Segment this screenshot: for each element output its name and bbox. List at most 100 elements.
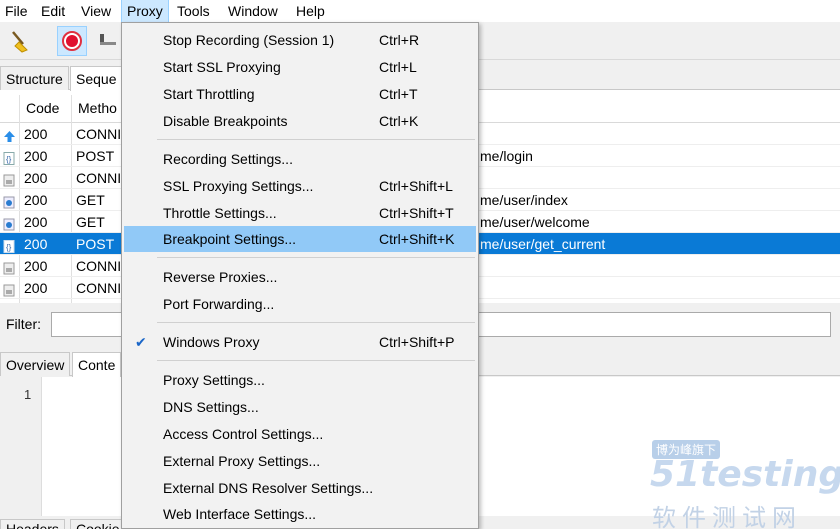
row-path: me/user/index	[480, 192, 568, 208]
tab-overview[interactable]: Overview	[0, 352, 71, 376]
column-method[interactable]: Metho	[78, 100, 117, 116]
row-method: CONNI	[76, 280, 122, 296]
menu-view[interactable]: View	[76, 0, 116, 22]
globe-icon	[3, 215, 16, 231]
menu-item-shortcut: Ctrl+Shift+P	[379, 334, 455, 350]
menu-item-shortcut: Ctrl+Shift+T	[379, 205, 454, 221]
menu-item-shortcut: Ctrl+R	[379, 32, 420, 48]
record-icon[interactable]	[57, 26, 87, 56]
menu-item-label: DNS Settings...	[163, 399, 259, 415]
menu-item-label: Port Forwarding...	[163, 296, 275, 312]
menu-item-label: Reverse Proxies...	[163, 269, 278, 285]
lock-icon	[3, 259, 16, 275]
menu-separator	[157, 257, 475, 258]
row-code: 200	[24, 148, 48, 164]
menu-item-label: Throttle Settings...	[163, 205, 277, 221]
menu-item-recording-settings[interactable]: Recording Settings...	[124, 146, 476, 172]
arrow-up-icon	[3, 127, 16, 142]
row-method: GET	[76, 214, 105, 230]
menu-item-port-forwarding[interactable]: Port Forwarding...	[124, 291, 476, 317]
menu-item-breakpoint-settings[interactable]: Breakpoint Settings... Ctrl+Shift+K	[124, 226, 476, 252]
globe-icon	[3, 193, 16, 209]
menu-edit[interactable]: Edit	[36, 0, 70, 22]
row-code: 200	[24, 192, 48, 208]
row-code: 200	[24, 126, 48, 142]
menu-proxy[interactable]: Proxy	[121, 0, 169, 23]
menu-item-web-interface-settings[interactable]: Web Interface Settings...	[124, 501, 476, 527]
row-method: CONNI	[76, 258, 122, 274]
watermark-logo-text: 51testing	[650, 454, 840, 495]
tab-structure[interactable]: Structure	[0, 66, 69, 90]
menu-item-label: Stop Recording (Session 1)	[163, 32, 335, 48]
menu-item-label: Breakpoint Settings...	[163, 231, 297, 247]
line-number: 1	[24, 387, 32, 402]
menu-item-label: Start Throttling	[163, 86, 255, 102]
row-method: POST	[76, 236, 115, 252]
row-code: 200	[24, 258, 48, 274]
lock-icon	[3, 281, 16, 297]
menu-item-start-throttling[interactable]: Start Throttling Ctrl+T	[124, 81, 476, 107]
menu-file[interactable]: File	[0, 0, 33, 22]
filter-label: Filter:	[6, 316, 41, 332]
tab-headers[interactable]: Headers	[0, 519, 65, 529]
menu-item-disable-breakpoints[interactable]: Disable Breakpoints Ctrl+K	[124, 108, 476, 134]
row-path: me/login	[480, 148, 533, 164]
menu-item-external-dns-resolver-settings[interactable]: External DNS Resolver Settings...	[124, 475, 476, 501]
menu-item-throttle-settings[interactable]: Throttle Settings... Ctrl+Shift+T	[124, 200, 476, 226]
menu-item-dns-settings[interactable]: DNS Settings...	[124, 394, 476, 420]
broom-icon[interactable]	[5, 26, 35, 56]
menu-item-external-proxy-settings[interactable]: External Proxy Settings...	[124, 448, 476, 474]
row-method: CONNI	[76, 170, 122, 186]
menu-item-label: Proxy Settings...	[163, 372, 265, 388]
menu-item-windows-proxy[interactable]: ✔ Windows Proxy Ctrl+Shift+P	[124, 329, 476, 355]
tab-cookies[interactable]: Cookie	[70, 519, 126, 529]
row-code: 200	[24, 236, 48, 252]
menu-window[interactable]: Window	[223, 0, 283, 22]
menu-item-label: External Proxy Settings...	[163, 453, 321, 469]
menu-help[interactable]: Help	[291, 0, 330, 22]
menu-item-ssl-proxying-settings[interactable]: SSL Proxying Settings... Ctrl+Shift+L	[124, 173, 476, 199]
row-code: 200	[24, 170, 48, 186]
menu-item-proxy-settings[interactable]: Proxy Settings...	[124, 367, 476, 393]
row-code: 200	[24, 214, 48, 230]
menu-item-label: Recording Settings...	[163, 151, 293, 167]
menu-item-shortcut: Ctrl+Shift+K	[379, 231, 455, 247]
svg-text:{}: {}	[6, 243, 12, 252]
menu-item-label: SSL Proxying Settings...	[163, 178, 314, 194]
tab-contents[interactable]: Conte	[72, 352, 122, 377]
menu-item-label: Access Control Settings...	[163, 426, 324, 442]
menu-item-start-ssl-proxying[interactable]: Start SSL Proxying Ctrl+L	[124, 54, 476, 80]
check-icon: ✔	[135, 334, 147, 350]
menu-item-label: Windows Proxy	[163, 334, 260, 350]
row-method: CONNI	[76, 126, 122, 142]
watermark-bottom: 软件测试网	[652, 505, 802, 529]
menu-separator	[157, 360, 475, 361]
line-gutter: 1	[0, 377, 42, 516]
menu-item-label: Web Interface Settings...	[163, 506, 317, 522]
row-path: me/user/welcome	[480, 214, 590, 230]
menu-item-shortcut: Ctrl+K	[379, 113, 419, 129]
tab-sequence[interactable]: Seque	[70, 66, 123, 91]
menu-item-shortcut: Ctrl+Shift+L	[379, 178, 453, 194]
json-icon: {}	[3, 149, 16, 165]
row-method: GET	[76, 192, 105, 208]
row-path: me/user/get_current	[480, 236, 606, 252]
menu-separator	[157, 322, 475, 323]
menu-item-shortcut: Ctrl+T	[379, 86, 418, 102]
menu-tools[interactable]: Tools	[172, 0, 215, 22]
menu-bar: File Edit View Proxy Tools Window Help	[0, 0, 840, 23]
menu-item-reverse-proxies[interactable]: Reverse Proxies...	[124, 264, 476, 290]
menu-item-stop-recording[interactable]: Stop Recording (Session 1) Ctrl+R	[124, 27, 476, 53]
json-icon: {}	[3, 237, 16, 253]
svg-text:{}: {}	[6, 155, 12, 164]
menu-item-access-control-settings[interactable]: Access Control Settings...	[124, 421, 476, 447]
watermark-logo: 博为峰旗下 51testing 软件测试网	[640, 438, 840, 529]
column-code[interactable]: Code	[26, 100, 59, 116]
proxy-menu: Stop Recording (Session 1) Ctrl+R Start …	[121, 22, 479, 529]
row-method: POST	[76, 148, 115, 164]
row-code: 200	[24, 280, 48, 296]
menu-item-label: Disable Breakpoints	[163, 113, 288, 129]
menu-item-shortcut: Ctrl+L	[379, 59, 417, 75]
menu-item-label: External DNS Resolver Settings...	[163, 480, 374, 496]
lock-icon	[3, 171, 16, 187]
